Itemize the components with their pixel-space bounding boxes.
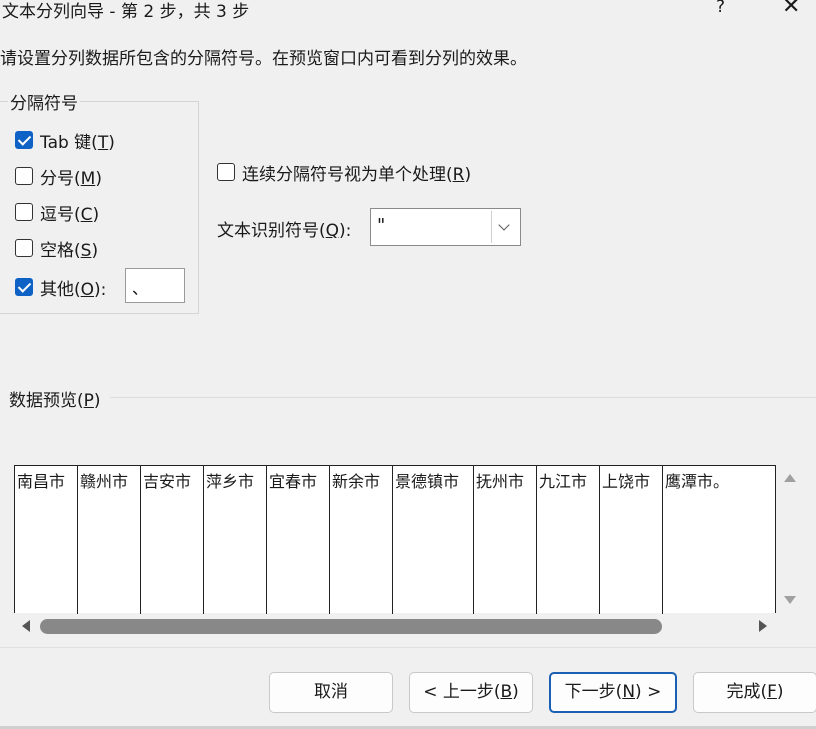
next-button[interactable]: 下一步(N) > <box>549 672 677 713</box>
scroll-left-icon[interactable] <box>22 620 30 632</box>
preview-column[interactable]: 吉安市 <box>141 466 204 614</box>
other-checkbox[interactable] <box>15 278 33 296</box>
preview-column[interactable]: 宜春市 <box>267 466 330 614</box>
comma-label[interactable]: 逗号(C) <box>40 200 99 225</box>
preview-column[interactable]: 南昌市 <box>15 466 78 614</box>
consecutive-delimiters-label[interactable]: 连续分隔符号视为单个处理(R) <box>242 160 471 185</box>
preview-column[interactable]: 赣州市 <box>78 466 141 614</box>
comma-checkbox[interactable] <box>15 203 33 221</box>
back-button[interactable]: < 上一步(B) <box>409 672 533 713</box>
window-title: 文本分列向导 - 第 2 步，共 3 步 <box>2 2 250 22</box>
preview-column[interactable]: 萍乡市 <box>204 466 267 614</box>
tab-checkbox[interactable] <box>15 131 33 149</box>
delimiters-group-title: 分隔符号 <box>8 89 80 114</box>
text-qualifier-value: " <box>377 215 386 236</box>
close-button[interactable]: ✕ <box>782 0 800 18</box>
preview-column[interactable]: 鹰潭市。 <box>663 466 775 614</box>
finish-button[interactable]: 完成(F) <box>693 672 816 713</box>
other-delimiter-input[interactable]: 、 <box>125 268 185 303</box>
preview-column[interactable]: 上饶市 <box>600 466 663 614</box>
tab-label[interactable]: Tab 键(T) <box>40 128 115 153</box>
data-preview[interactable]: 南昌市 赣州市 吉安市 萍乡市 宜春市 新余市 景德镇市 抚州市 九江市 上饶市… <box>14 465 776 614</box>
preview-separator <box>110 397 816 398</box>
scroll-right-icon[interactable] <box>759 620 767 632</box>
preview-column[interactable]: 新余市 <box>330 466 393 614</box>
preview-title: 数据预览(P) <box>9 391 101 411</box>
consecutive-delimiters-checkbox[interactable] <box>217 163 235 181</box>
space-label[interactable]: 空格(S) <box>40 236 98 261</box>
space-checkbox[interactable] <box>15 239 33 257</box>
horizontal-scrollbar-thumb[interactable] <box>40 619 662 634</box>
chevron-down-icon[interactable] <box>491 211 518 243</box>
text-qualifier-select[interactable]: " <box>370 208 521 246</box>
preview-column[interactable]: 九江市 <box>537 466 600 614</box>
scroll-up-icon[interactable] <box>784 474 796 482</box>
other-label[interactable]: 其他(O): <box>40 275 106 300</box>
title-bar: 文本分列向导 - 第 2 步，共 3 步 ? ✕ <box>0 0 816 22</box>
help-button[interactable]: ? <box>716 0 725 17</box>
cancel-button[interactable]: 取消 <box>269 672 393 713</box>
preview-column[interactable]: 抚州市 <box>474 466 537 614</box>
scroll-down-icon[interactable] <box>784 596 796 604</box>
text-qualifier-label: 文本识别符号(Q): <box>217 221 352 241</box>
instruction-text: 请设置分列数据所包含的分隔符号。在预览窗口内可看到分列的效果。 <box>0 49 527 69</box>
footer-separator <box>0 647 816 648</box>
semicolon-label[interactable]: 分号(M) <box>40 164 102 189</box>
semicolon-checkbox[interactable] <box>15 167 33 185</box>
preview-column[interactable]: 景德镇市 <box>393 466 474 614</box>
